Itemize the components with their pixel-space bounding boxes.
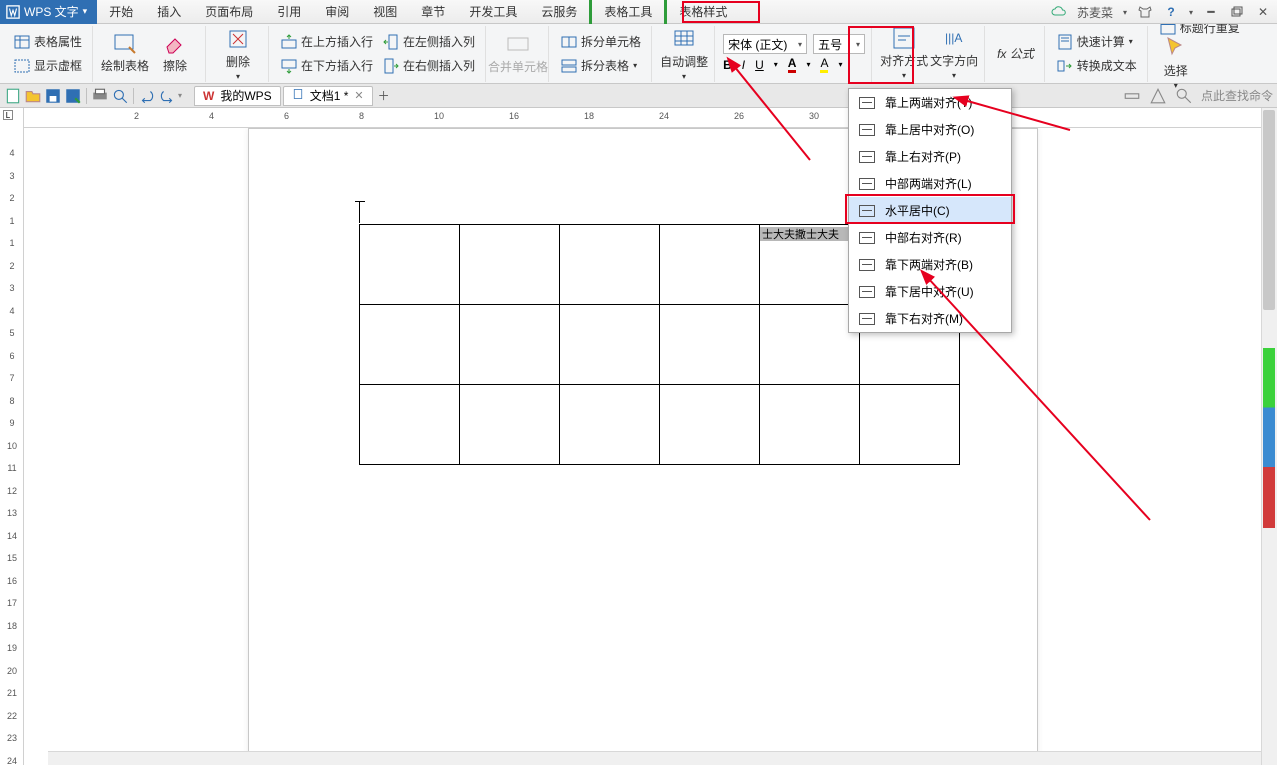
italic-button[interactable]: I — [742, 58, 745, 72]
insert-col-left-button[interactable]: 在左侧插入列 — [379, 31, 479, 53]
align-button[interactable]: 对齐方式▾ — [880, 28, 928, 78]
horizontal-ruler: 246810161824263032 — [24, 108, 1277, 128]
menu-view[interactable]: 视图 — [361, 0, 409, 24]
align-mid-right[interactable]: 中部右对齐(R) — [849, 224, 1011, 251]
print-icon[interactable] — [91, 87, 109, 105]
open-icon[interactable] — [24, 87, 42, 105]
restore-icon[interactable] — [1229, 4, 1245, 20]
new-icon[interactable] — [4, 87, 22, 105]
save-icon[interactable] — [44, 87, 62, 105]
show-border-button[interactable]: 显示虚框 — [10, 55, 86, 77]
menu-table-tools[interactable]: 表格工具 — [589, 0, 664, 24]
search-hint[interactable]: 点此查找命令 — [1201, 87, 1273, 104]
menu-review[interactable]: 审阅 — [313, 0, 361, 24]
skin-icon[interactable] — [1137, 4, 1153, 20]
align-mid-justify[interactable]: 中部两端对齐(L) — [849, 170, 1011, 197]
menu-dev[interactable]: 开发工具 — [457, 0, 529, 24]
split-cell-button[interactable]: 拆分单元格 — [557, 31, 645, 53]
app-menu[interactable]: WPS 文字 ▾ — [0, 0, 97, 24]
font-size-select[interactable]: 五号▾ — [813, 34, 865, 54]
insert-row-below-button[interactable]: 在下方插入行 — [277, 55, 377, 77]
merge-cells-button: 合并单元格 — [494, 29, 542, 79]
ruler-toggle-icon[interactable] — [1123, 87, 1141, 105]
ruler-corner: L — [3, 110, 13, 120]
auto-adjust-button[interactable]: 自动调整▾ — [660, 29, 708, 79]
convert-text-button[interactable]: 转换成文本 — [1053, 55, 1141, 77]
user-name[interactable]: 苏麦菜 — [1077, 4, 1113, 21]
print-preview-icon[interactable] — [111, 87, 129, 105]
menu-right: 苏麦菜 ▾ ? ▾ ━ ✕ — [1051, 0, 1271, 24]
ribbon: 表格属性 显示虚框 绘制表格 擦除 删除▾ 在上方插入行 在左侧插入列 在下方插… — [0, 24, 1277, 84]
align-bot-justify[interactable]: 靠下两端对齐(B) — [849, 251, 1011, 278]
highlight-button[interactable]: A — [820, 56, 828, 73]
search-icon[interactable] — [1175, 87, 1193, 105]
chevron-down-icon: ▾ — [1123, 8, 1127, 17]
align-center[interactable]: 水平居中(C) — [849, 197, 1011, 224]
align-bot-right[interactable]: 靠下右对齐(M) — [849, 305, 1011, 332]
select-button[interactable]: 选择▾ — [1156, 38, 1196, 88]
draw-table-button[interactable]: 绘制表格 — [101, 28, 149, 78]
align-dropdown: 靠上两端对齐(T) 靠上居中对齐(O) 靠上右对齐(P) 中部两端对齐(L) 水… — [848, 88, 1012, 333]
align-top-right[interactable]: 靠上右对齐(P) — [849, 143, 1011, 170]
workspace: L 43211234567891011121314151617181920212… — [0, 108, 1277, 765]
menu-bar: WPS 文字 ▾ 开始 插入 页面布局 引用 审阅 视图 章节 开发工具 云服务… — [0, 0, 1277, 24]
insert-col-right-button[interactable]: 在右侧插入列 — [379, 55, 479, 77]
saveas-icon[interactable] — [64, 87, 82, 105]
chevron-down-icon: ▾ — [1189, 8, 1193, 17]
font-color-button[interactable]: A — [788, 56, 797, 73]
align-bot-center[interactable]: 靠下居中对齐(U) — [849, 278, 1011, 305]
align-top-justify[interactable]: 靠上两端对齐(T) — [849, 89, 1011, 116]
align-top-center[interactable]: 靠上居中对齐(O) — [849, 116, 1011, 143]
close-icon[interactable]: ✕ — [1255, 4, 1271, 20]
menu-table-style[interactable]: 表格样式 — [664, 0, 739, 24]
color-strip — [1263, 348, 1275, 528]
quick-calc-button[interactable]: 快速计算▾ — [1053, 31, 1141, 53]
close-tab-icon[interactable]: ✕ — [354, 89, 363, 102]
tab-mywps[interactable]: W我的WPS — [194, 86, 281, 106]
font-select[interactable]: 宋体 (正文)▾ — [723, 34, 807, 54]
insert-row-above-button[interactable]: 在上方插入行 — [277, 31, 377, 53]
erase-button[interactable]: 擦除 — [151, 28, 199, 78]
doc-tabs: W我的WPS 文档1 *✕ ＋ — [194, 84, 393, 108]
help-icon[interactable]: ? — [1163, 4, 1179, 20]
table-properties-button[interactable]: 表格属性 — [10, 31, 86, 53]
menu-start[interactable]: 开始 — [97, 0, 145, 24]
delete-button[interactable]: 删除▾ — [214, 29, 262, 79]
canvas[interactable]: 士大夫撒士大夫 — [24, 128, 1277, 765]
nav-icon[interactable] — [1149, 87, 1167, 105]
redo-icon[interactable] — [158, 87, 176, 105]
menu-ref[interactable]: 引用 — [265, 0, 313, 24]
menu-layout[interactable]: 页面布局 — [193, 0, 265, 24]
app-name: WPS 文字 — [24, 3, 79, 20]
vertical-scrollbar[interactable] — [1261, 108, 1277, 765]
chevron-down-icon: ▾ — [83, 6, 88, 17]
text-direction-button[interactable]: |||A文字方向▾ — [930, 28, 978, 78]
menu-cloud[interactable]: 云服务 — [529, 0, 589, 24]
underline-button[interactable]: U — [755, 58, 764, 72]
horizontal-scrollbar[interactable] — [48, 751, 1261, 765]
menu-chapter[interactable]: 章节 — [409, 0, 457, 24]
cloud-icon[interactable] — [1051, 4, 1067, 20]
cursor-mark — [359, 201, 360, 223]
undo-icon[interactable] — [138, 87, 156, 105]
minimize-icon[interactable]: ━ — [1203, 4, 1219, 20]
split-table-button[interactable]: 拆分表格▾ — [557, 55, 645, 77]
quick-access-bar: ▾ W我的WPS 文档1 *✕ ＋ 点此查找命令 — [0, 84, 1277, 108]
formula-button[interactable]: fx 公式 — [993, 43, 1038, 65]
svg-text:|||A: |||A — [945, 31, 962, 45]
tab-doc1[interactable]: 文档1 *✕ — [283, 86, 373, 106]
bold-button[interactable]: B — [723, 58, 732, 72]
vertical-ruler: L 43211234567891011121314151617181920212… — [0, 108, 24, 765]
selected-cell-text: 士大夫撒士大夫 — [760, 227, 856, 241]
add-tab-button[interactable]: ＋ — [375, 87, 393, 105]
menu-insert[interactable]: 插入 — [145, 0, 193, 24]
